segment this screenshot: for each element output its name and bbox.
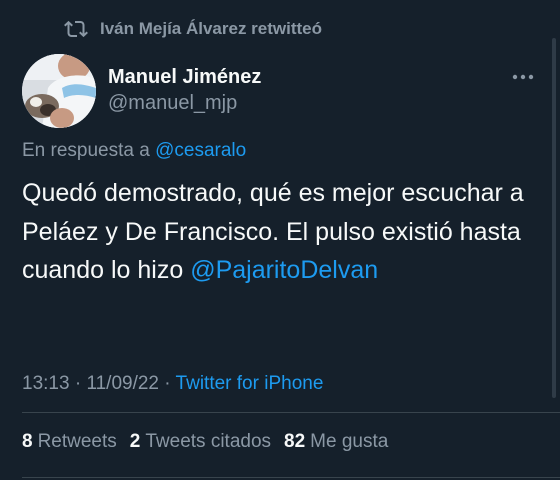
tweet-meta: 13:13 · 11/09/22 · Twitter for iPhone: [22, 371, 323, 397]
scrollbar[interactable]: [552, 38, 556, 398]
tweet-mention-link[interactable]: @PajaritoDelvan: [190, 256, 378, 284]
likes-stat[interactable]: 82 Me gusta: [284, 429, 388, 455]
retweet-context-text: Iván Mejía Álvarez retwitteó: [100, 19, 323, 38]
quote-tweets-label: Tweets citados: [145, 431, 272, 452]
tweet-source-link[interactable]: Twitter for iPhone: [176, 373, 324, 394]
reply-context: En respuesta a @cesaralo: [22, 138, 246, 164]
divider: [22, 477, 560, 478]
likes-label: Me gusta: [310, 431, 389, 452]
retweet-icon: [64, 20, 88, 38]
avatar[interactable]: [22, 54, 96, 128]
quote-tweets-count: 2: [129, 431, 141, 452]
more-options-button[interactable]: [508, 64, 538, 90]
reply-prefix: En respuesta a: [22, 140, 150, 161]
tweet-date[interactable]: 11/09/22: [86, 373, 159, 394]
author-handle[interactable]: @manuel_mjp: [108, 90, 261, 116]
author-name[interactable]: Manuel Jiménez: [108, 64, 261, 90]
tweet-detail-page: Iván Mejía Álvarez retwitteó Manuel Jimé…: [0, 0, 560, 480]
meta-separator: ·: [74, 373, 82, 394]
likes-count: 82: [284, 431, 306, 452]
retweet-context[interactable]: Iván Mejía Álvarez retwitteó: [64, 16, 322, 42]
more-dots-icon: [512, 74, 534, 80]
retweets-label: Retweets: [37, 431, 117, 452]
retweets-stat[interactable]: 8 Retweets: [22, 429, 117, 455]
retweets-count: 8: [22, 431, 33, 452]
divider: [22, 412, 560, 413]
author-block[interactable]: Manuel Jiménez @manuel_mjp: [108, 64, 261, 116]
quote-tweets-stat[interactable]: 2 Tweets citados: [130, 429, 271, 455]
tweet-time[interactable]: 13:13: [22, 373, 70, 394]
avatar-photo: [22, 54, 96, 128]
tweet-stats: 8 Retweets 2 Tweets citados 82 Me gusta: [22, 429, 401, 455]
tweet-text: Quedó demostrado, qué es mejor escuchar …: [22, 174, 542, 290]
meta-separator: ·: [164, 373, 171, 394]
reply-mention-link[interactable]: @cesaralo: [155, 140, 246, 161]
